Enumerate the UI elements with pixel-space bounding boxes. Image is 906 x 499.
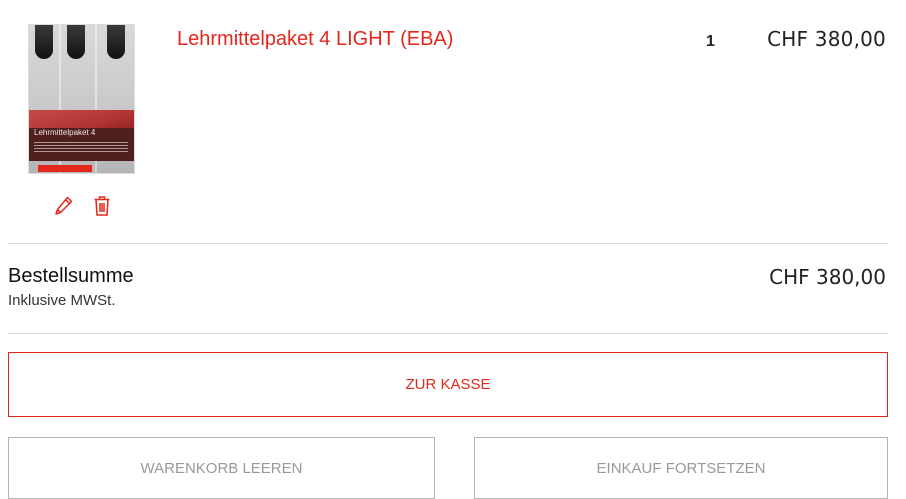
cover-red-tag [38, 165, 92, 172]
continue-shopping-button[interactable]: EINKAUF FORTSETZEN [474, 437, 888, 499]
checkout-button[interactable]: ZUR KASSE [8, 352, 888, 417]
product-name-link[interactable]: Lehrmittelpaket 4 LIGHT (EBA) [177, 28, 453, 51]
order-total-value: CHF 380,00 [769, 265, 886, 289]
order-total-label: Bestellsumme [8, 265, 134, 287]
pencil-icon[interactable] [54, 195, 74, 217]
cover-text-lines [34, 142, 128, 154]
trash-icon[interactable] [92, 195, 112, 217]
product-thumbnail[interactable]: Lehrmittelpaket 4 [28, 24, 135, 174]
tax-note: Inklusive MWSt. [8, 292, 116, 309]
cover-title: Lehrmittelpaket 4 [34, 128, 96, 137]
cover-pencil-graphic [35, 25, 53, 59]
divider [8, 243, 888, 244]
cover-pencil-graphic [107, 25, 125, 59]
item-quantity: 1 [706, 33, 715, 50]
clear-cart-button[interactable]: WARENKORB LEEREN [8, 437, 435, 499]
cart-item: Lehrmittelpaket 4 Lehrmittelpaket 4 LIGH… [0, 0, 906, 243]
cover-pencil-graphic [67, 25, 85, 59]
divider [8, 333, 888, 334]
item-price: CHF 380,00 [767, 27, 886, 51]
